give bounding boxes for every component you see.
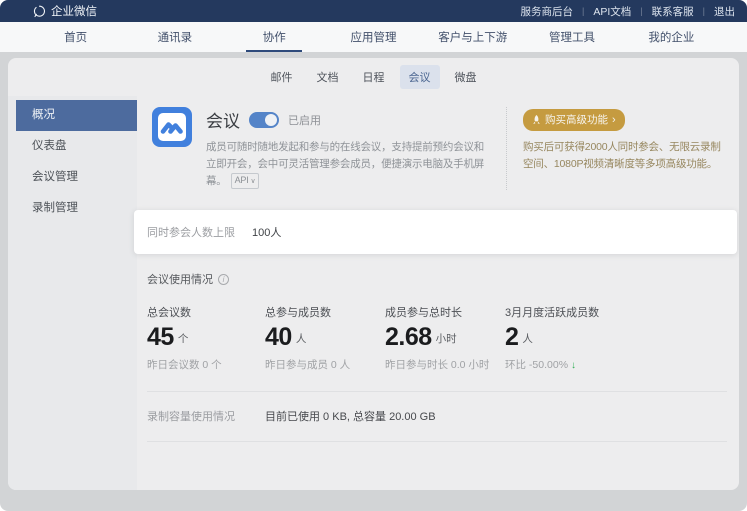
collab-subtabs: 邮件 文档 日程 会议 微盘 bbox=[8, 58, 739, 96]
buy-premium-button[interactable]: 购买高级功能 bbox=[523, 109, 625, 131]
divider: | bbox=[703, 6, 705, 16]
stat-subtext: 昨日会议数 0 个 bbox=[147, 357, 265, 372]
browser-window: 企业微信 服务商后台 | API文档 | 联系客服 | 退出 首页 通讯录 协作… bbox=[0, 0, 747, 511]
nav-item-admin-tools[interactable]: 管理工具 bbox=[522, 22, 621, 52]
stat-label: 总会议数 bbox=[147, 304, 265, 320]
stat-subtext: 昨日参与成员 0 人 bbox=[265, 357, 385, 372]
tab-calendar[interactable]: 日程 bbox=[354, 65, 394, 89]
divider: | bbox=[640, 6, 642, 16]
nav-item-collaboration[interactable]: 协作 bbox=[225, 22, 324, 52]
nav-item-home[interactable]: 首页 bbox=[26, 22, 125, 52]
app-title: 会议 bbox=[206, 107, 240, 132]
stat-label: 3月月度活跃成员数 bbox=[505, 304, 727, 320]
main-nav: 首页 通讯录 协作 应用管理 客户与上下游 管理工具 我的企业 bbox=[0, 22, 747, 52]
wework-logo-icon bbox=[33, 5, 46, 18]
tab-drive[interactable]: 微盘 bbox=[446, 65, 486, 89]
participant-limit-row: 同时参会人数上限 100人 bbox=[134, 210, 737, 254]
tab-docs[interactable]: 文档 bbox=[308, 65, 348, 89]
app-description: 成员可随时随地发起和参与的在线会议，支持提前预约会议和立即开会，会中可灵活管理参… bbox=[206, 139, 494, 190]
sidebar-item-meeting-management[interactable]: 会议管理 bbox=[16, 162, 137, 193]
stat-unit: 个 bbox=[178, 331, 189, 350]
sidebar-item-dashboard[interactable]: 仪表盘 bbox=[16, 131, 137, 162]
nav-item-contacts[interactable]: 通讯录 bbox=[125, 22, 224, 52]
topbar-link-api-docs[interactable]: API文档 bbox=[593, 4, 631, 19]
topbar-link-support[interactable]: 联系客服 bbox=[652, 4, 694, 19]
stat-value: 2.68 小时 bbox=[385, 324, 505, 350]
participant-limit-value: 100人 bbox=[252, 224, 281, 240]
usage-title-text: 会议使用情况 bbox=[147, 271, 213, 287]
enabled-toggle[interactable] bbox=[249, 112, 279, 128]
content-panel: 邮件 文档 日程 会议 微盘 概况 仪表盘 会议管理 录制管理 bbox=[8, 58, 739, 490]
sidebar-item-recording-management[interactable]: 录制管理 bbox=[16, 193, 137, 224]
stat-number: 2 bbox=[505, 324, 518, 350]
stat-subtext: 昨日参与时长 0.0 小时 bbox=[385, 357, 505, 372]
stat-subtext: 环比 -50.00% bbox=[505, 357, 727, 372]
toggle-knob bbox=[265, 114, 277, 126]
stat-number: 40 bbox=[265, 324, 292, 350]
tab-mail[interactable]: 邮件 bbox=[262, 65, 302, 89]
sidebar: 概况 仪表盘 会议管理 录制管理 bbox=[8, 96, 137, 490]
stat-unit: 人 bbox=[522, 331, 533, 350]
topbar: 企业微信 服务商后台 | API文档 | 联系客服 | 退出 bbox=[0, 0, 747, 22]
topbar-link-provider[interactable]: 服务商后台 bbox=[521, 4, 574, 19]
app-title-row: 会议 已启用 bbox=[206, 107, 494, 132]
stat-monthly-active: 3月月度活跃成员数 2 人 环比 -50.00% bbox=[505, 304, 727, 372]
nav-item-my-company[interactable]: 我的企业 bbox=[622, 22, 721, 52]
app-summary: 会议 已启用 成员可随时随地发起和参与的在线会议，支持提前预约会议和立即开会，会… bbox=[147, 107, 494, 190]
stat-total-participants: 总参与成员数 40 人 昨日参与成员 0 人 bbox=[265, 304, 385, 372]
recording-capacity-value: 目前已使用 0 KB, 总容量 20.00 GB bbox=[265, 408, 436, 424]
meeting-usage-section: 会议使用情况 总会议数 45 个 昨日会议数 0 个 bbox=[147, 254, 727, 372]
chevron-right-icon bbox=[612, 114, 616, 126]
meeting-app-icon bbox=[152, 107, 192, 147]
tab-meeting[interactable]: 会议 bbox=[400, 65, 440, 89]
premium-promo: 购买高级功能 购买后可获得2000人同时参会、无限云录制空间、1080P视频清晰… bbox=[506, 107, 727, 190]
stat-value: 2 人 bbox=[505, 324, 727, 350]
stat-total-meetings: 总会议数 45 个 昨日会议数 0 个 bbox=[147, 304, 265, 372]
trend-down-icon bbox=[571, 360, 576, 371]
stat-total-duration: 成员参与总时长 2.68 小时 昨日参与时长 0.0 小时 bbox=[385, 304, 505, 372]
stat-number: 2.68 bbox=[385, 324, 432, 350]
stat-label: 总参与成员数 bbox=[265, 304, 385, 320]
participant-limit-label: 同时参会人数上限 bbox=[134, 224, 252, 240]
rocket-icon bbox=[532, 115, 541, 125]
status-label: 已启用 bbox=[288, 112, 321, 128]
recording-capacity-label: 录制容量使用情况 bbox=[147, 408, 265, 424]
wework-logo-text: 企业微信 bbox=[51, 3, 97, 19]
panel-body: 概况 仪表盘 会议管理 录制管理 bbox=[8, 96, 739, 490]
stat-value: 40 人 bbox=[265, 324, 385, 350]
app-info: 会议 已启用 成员可随时随地发起和参与的在线会议，支持提前预约会议和立即开会，会… bbox=[206, 107, 494, 190]
sidebar-item-overview[interactable]: 概况 bbox=[16, 100, 137, 131]
topbar-links: 服务商后台 | API文档 | 联系客服 | 退出 bbox=[521, 4, 735, 19]
stat-label: 成员参与总时长 bbox=[385, 304, 505, 320]
premium-promo-description: 购买后可获得2000人同时参会、无限云录制空间、1080P视频清晰度等多项高级功… bbox=[523, 139, 727, 173]
nav-item-customers[interactable]: 客户与上下游 bbox=[423, 22, 522, 52]
topbar-link-logout[interactable]: 退出 bbox=[714, 4, 735, 19]
divider: | bbox=[582, 6, 584, 16]
app-header: 会议 已启用 成员可随时随地发起和参与的在线会议，支持提前预约会议和立即开会，会… bbox=[147, 96, 727, 190]
nav-item-apps[interactable]: 应用管理 bbox=[324, 22, 423, 52]
stat-value: 45 个 bbox=[147, 324, 265, 350]
usage-stats: 总会议数 45 个 昨日会议数 0 个 总参与成员数 40 人 bbox=[147, 304, 727, 372]
info-icon[interactable] bbox=[218, 274, 229, 285]
wework-logo[interactable]: 企业微信 bbox=[33, 3, 97, 19]
api-dropdown[interactable]: API bbox=[231, 173, 260, 189]
stat-unit: 小时 bbox=[436, 331, 457, 350]
stat-number: 45 bbox=[147, 324, 174, 350]
recording-capacity-row: 录制容量使用情况 目前已使用 0 KB, 总容量 20.00 GB bbox=[147, 392, 727, 441]
stat-unit: 人 bbox=[296, 331, 307, 350]
buy-premium-label: 购买高级功能 bbox=[545, 112, 608, 127]
usage-section-title: 会议使用情况 bbox=[147, 271, 727, 287]
divider bbox=[147, 441, 727, 442]
main-content: 会议 已启用 成员可随时随地发起和参与的在线会议，支持提前预约会议和立即开会，会… bbox=[137, 96, 739, 490]
